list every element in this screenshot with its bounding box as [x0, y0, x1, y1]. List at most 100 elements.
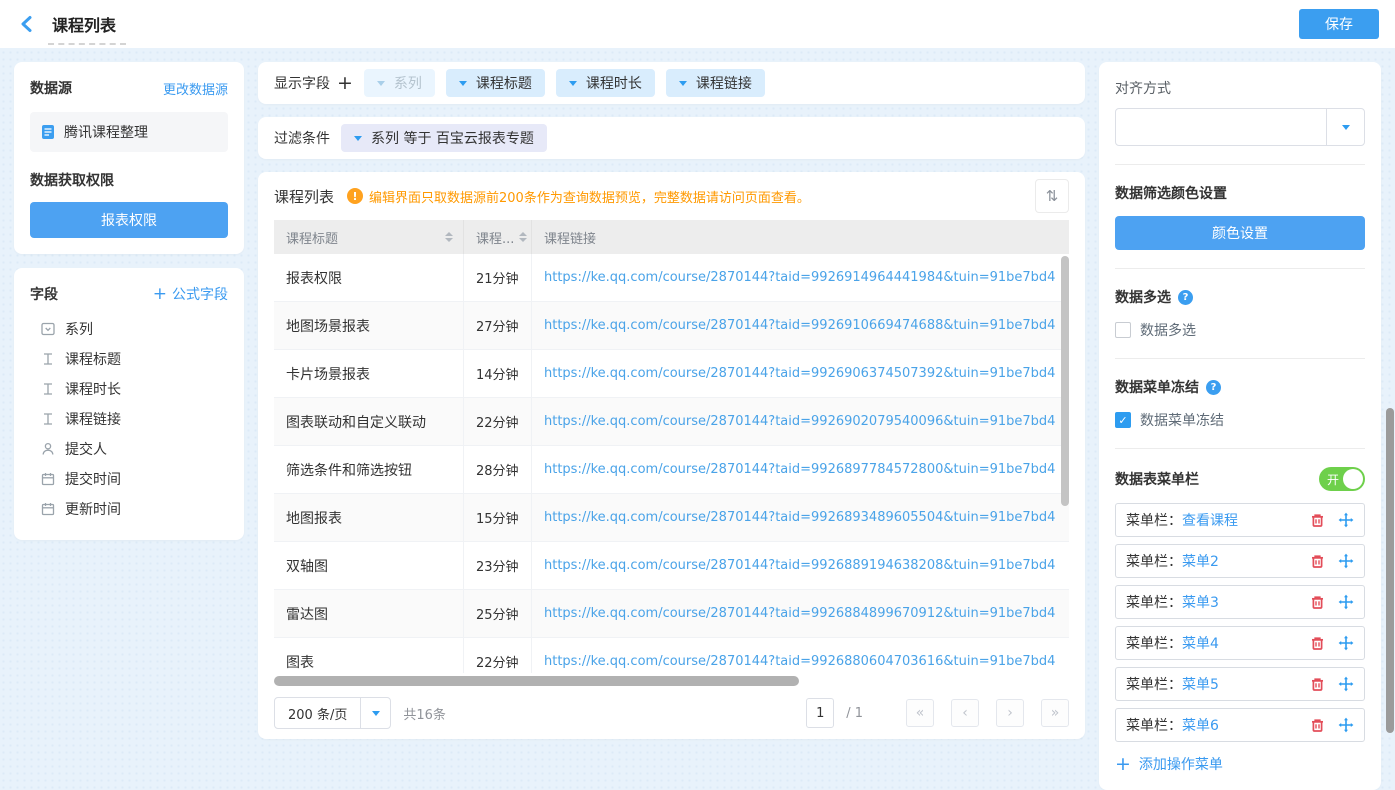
align-select[interactable]: [1115, 108, 1365, 146]
trash-icon[interactable]: [1310, 677, 1325, 692]
next-page-button[interactable]: ›: [996, 699, 1024, 727]
course-link[interactable]: https://ke.qq.com/course/2870144?taid=99…: [544, 558, 1055, 573]
cell-course-title: 双轴图: [274, 542, 464, 589]
field-item-submitter[interactable]: 提交人: [30, 434, 228, 464]
trash-icon[interactable]: [1310, 513, 1325, 528]
move-icon[interactable]: [1338, 594, 1354, 610]
table-vertical-scrollbar[interactable]: [1061, 256, 1069, 506]
table-row[interactable]: 图表联动和自定义联动 22分钟 https://ke.qq.com/course…: [274, 398, 1069, 446]
display-field-chip[interactable]: 课程时长: [556, 69, 655, 97]
chevron-down-icon: [360, 698, 390, 728]
chevron-down-icon: [679, 81, 687, 86]
chevron-down-icon: [569, 81, 577, 86]
course-link[interactable]: https://ke.qq.com/course/2870144?taid=99…: [544, 654, 1055, 669]
menu-item-prefix: 菜单栏：: [1126, 595, 1182, 611]
menu-item-link[interactable]: 菜单6: [1182, 718, 1219, 734]
menu-item-link[interactable]: 菜单5: [1182, 677, 1219, 693]
table-row[interactable]: 报表权限 21分钟 https://ke.qq.com/course/28701…: [274, 254, 1069, 302]
filter-chip[interactable]: 系列 等于 百宝云报表专题: [341, 124, 547, 152]
move-icon[interactable]: [1338, 553, 1354, 569]
text-field-icon: [40, 381, 56, 397]
course-link[interactable]: https://ke.qq.com/course/2870144?taid=99…: [544, 270, 1055, 285]
menu-item-link[interactable]: 查看课程: [1182, 513, 1238, 529]
course-link[interactable]: https://ke.qq.com/course/2870144?taid=99…: [544, 414, 1055, 429]
question-icon[interactable]: ?: [1206, 380, 1221, 395]
table-row[interactable]: 地图报表 15分钟 https://ke.qq.com/course/28701…: [274, 494, 1069, 542]
cell-course-duration: 27分钟: [464, 302, 532, 349]
table-row[interactable]: 筛选条件和筛选按钮 28分钟 https://ke.qq.com/course/…: [274, 446, 1069, 494]
add-display-field-button[interactable]: +: [337, 74, 353, 93]
table-horizontal-scrollbar[interactable]: [274, 676, 799, 686]
cell-course-duration: 21分钟: [464, 254, 532, 301]
save-button[interactable]: 保存: [1299, 9, 1379, 39]
report-permission-button[interactable]: 报表权限: [30, 202, 228, 238]
field-item-update-time[interactable]: 更新时间: [30, 494, 228, 524]
menu-bar-toggle[interactable]: 开: [1319, 467, 1365, 491]
field-item-submit-time[interactable]: 提交时间: [30, 464, 228, 494]
sort-order-button[interactable]: ⇅: [1035, 179, 1069, 213]
field-item-course-link[interactable]: 课程链接: [30, 404, 228, 434]
menu-item-prefix: 菜单栏：: [1126, 513, 1182, 529]
menu-item-link[interactable]: 菜单2: [1182, 554, 1219, 570]
course-link[interactable]: https://ke.qq.com/course/2870144?taid=99…: [544, 510, 1055, 525]
display-field-chip[interactable]: 系列: [364, 69, 435, 97]
page-size-select[interactable]: 200 条/页: [274, 697, 391, 729]
color-settings-button[interactable]: 颜色设置: [1115, 216, 1365, 250]
prev-page-button[interactable]: ‹: [951, 699, 979, 727]
move-icon[interactable]: [1338, 676, 1354, 692]
checkbox-checked[interactable]: ✓: [1115, 412, 1131, 428]
align-label: 对齐方式: [1115, 78, 1365, 98]
course-link[interactable]: https://ke.qq.com/course/2870144?taid=99…: [544, 606, 1055, 621]
table-row[interactable]: 地图场景报表 27分钟 https://ke.qq.com/course/287…: [274, 302, 1069, 350]
trash-icon[interactable]: [1310, 554, 1325, 569]
plus-icon: +: [153, 284, 167, 304]
display-field-chip[interactable]: 课程链接: [666, 69, 765, 97]
course-link[interactable]: https://ke.qq.com/course/2870144?taid=99…: [544, 318, 1055, 333]
sort-carets-icon[interactable]: [445, 232, 453, 242]
last-page-button[interactable]: »: [1041, 699, 1069, 727]
multi-select-checkbox-row[interactable]: 数据多选: [1115, 320, 1365, 340]
freeze-checkbox-row[interactable]: ✓ 数据菜单冻结: [1115, 410, 1365, 430]
add-formula-field-link[interactable]: + 公式字段: [153, 284, 228, 304]
course-link[interactable]: https://ke.qq.com/course/2870144?taid=99…: [544, 462, 1055, 477]
table-row[interactable]: 雷达图 25分钟 https://ke.qq.com/course/287014…: [274, 590, 1069, 638]
table-row[interactable]: 双轴图 23分钟 https://ke.qq.com/course/287014…: [274, 542, 1069, 590]
checkbox-label: 数据菜单冻结: [1140, 410, 1224, 430]
menu-item-link[interactable]: 菜单3: [1182, 595, 1219, 611]
column-header-course-duration[interactable]: 课程...: [464, 220, 532, 254]
column-header-course-title[interactable]: 课程标题: [274, 220, 464, 254]
trash-icon[interactable]: [1310, 595, 1325, 610]
menu-item-link[interactable]: 菜单4: [1182, 636, 1219, 652]
cell-course-duration: 23分钟: [464, 542, 532, 589]
table-row[interactable]: 图表 22分钟 https://ke.qq.com/course/2870144…: [274, 638, 1069, 673]
question-icon[interactable]: ?: [1178, 290, 1193, 305]
field-item-course-duration[interactable]: 课程时长: [30, 374, 228, 404]
table-row[interactable]: 卡片场景报表 14分钟 https://ke.qq.com/course/287…: [274, 350, 1069, 398]
move-icon[interactable]: [1338, 512, 1354, 528]
cell-course-duration: 28分钟: [464, 446, 532, 493]
cell-course-duration: 15分钟: [464, 494, 532, 541]
divider: [1115, 268, 1365, 269]
display-field-chip[interactable]: 课程标题: [446, 69, 545, 97]
add-action-menu-link[interactable]: + 添加操作菜单: [1115, 754, 1365, 774]
sort-carets-icon[interactable]: [519, 232, 527, 242]
window-scrollbar[interactable]: [1386, 408, 1394, 733]
trash-icon[interactable]: [1310, 636, 1325, 651]
first-page-button[interactable]: «: [906, 699, 934, 727]
trash-icon[interactable]: [1310, 718, 1325, 733]
checkbox-unchecked[interactable]: [1115, 322, 1131, 338]
page-number-input[interactable]: 1: [806, 698, 834, 728]
datasource-item[interactable]: 腾讯课程整理: [30, 112, 228, 152]
table-panel: 课程列表 ! 编辑界面只取数据源前200条作为查询数据预览，完整数据请访问页面查…: [258, 172, 1085, 739]
back-button[interactable]: [16, 13, 38, 35]
change-datasource-link[interactable]: 更改数据源: [163, 79, 228, 98]
field-label: 提交人: [65, 439, 107, 459]
course-link[interactable]: https://ke.qq.com/course/2870144?taid=99…: [544, 366, 1055, 381]
menu-item-prefix: 菜单栏：: [1126, 554, 1182, 570]
move-icon[interactable]: [1338, 717, 1354, 733]
content: 数据源 更改数据源 腾讯课程整理 数据获取权限 报表权限 字段 + 公式字段: [0, 48, 1395, 753]
table-title: 课程列表: [274, 186, 334, 207]
field-item-course-title[interactable]: 课程标题: [30, 344, 228, 374]
field-item-series[interactable]: 系列: [30, 314, 228, 344]
move-icon[interactable]: [1338, 635, 1354, 651]
